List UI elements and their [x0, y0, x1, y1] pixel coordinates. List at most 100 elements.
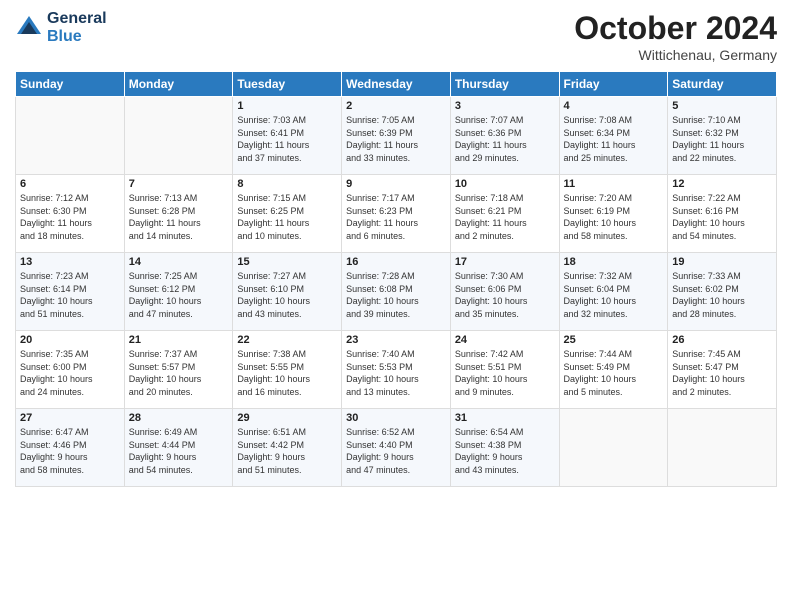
day-number: 16	[346, 256, 446, 268]
calendar-cell: 4 Sunrise: 7:08 AM Sunset: 6:34 PM Daylig…	[559, 97, 668, 175]
day-detail: Sunrise: 7:30 AM Sunset: 6:06 PM Dayligh…	[455, 270, 555, 320]
header-monday: Monday	[124, 72, 233, 97]
day-detail: Sunrise: 7:10 AM Sunset: 6:32 PM Dayligh…	[672, 114, 772, 164]
calendar-cell: 21 Sunrise: 7:37 AM Sunset: 5:57 PM Dayli…	[124, 331, 233, 409]
day-number: 8	[237, 178, 337, 190]
day-detail: Sunrise: 7:33 AM Sunset: 6:02 PM Dayligh…	[672, 270, 772, 320]
day-number: 15	[237, 256, 337, 268]
calendar-cell: 11 Sunrise: 7:20 AM Sunset: 6:19 PM Dayli…	[559, 175, 668, 253]
calendar-cell: 12 Sunrise: 7:22 AM Sunset: 6:16 PM Dayli…	[668, 175, 777, 253]
calendar-cell: 29Sunrise: 6:51 AM Sunset: 4:42 PM Dayli…	[233, 409, 342, 487]
day-detail: Sunrise: 7:18 AM Sunset: 6:21 PM Dayligh…	[455, 192, 555, 242]
day-number: 6	[20, 178, 120, 190]
day-detail: Sunrise: 7:35 AM Sunset: 6:00 PM Dayligh…	[20, 348, 120, 398]
day-detail: Sunrise: 7:40 AM Sunset: 5:53 PM Dayligh…	[346, 348, 446, 398]
calendar-week-row: 1Sunrise: 7:03 AM Sunset: 6:41 PM Daylig…	[16, 97, 777, 175]
day-detail: Sunrise: 7:22 AM Sunset: 6:16 PM Dayligh…	[672, 192, 772, 242]
calendar-cell: 5 Sunrise: 7:10 AM Sunset: 6:32 PM Daylig…	[668, 97, 777, 175]
title-block: October 2024 Wittichenau, Germany	[574, 10, 777, 63]
day-number: 1	[237, 100, 337, 112]
logo: General Blue	[15, 10, 107, 45]
calendar-cell: 3 Sunrise: 7:07 AM Sunset: 6:36 PM Daylig…	[450, 97, 559, 175]
day-detail: Sunrise: 7:08 AM Sunset: 6:34 PM Dayligh…	[564, 114, 664, 164]
day-detail: Sunrise: 7:44 AM Sunset: 5:49 PM Dayligh…	[564, 348, 664, 398]
calendar-cell: 18 Sunrise: 7:32 AM Sunset: 6:04 PM Dayli…	[559, 253, 668, 331]
calendar-cell: 16 Sunrise: 7:28 AM Sunset: 6:08 PM Dayli…	[342, 253, 451, 331]
day-number: 4	[564, 100, 664, 112]
day-number: 18	[564, 256, 664, 268]
calendar-cell: 17 Sunrise: 7:30 AM Sunset: 6:06 PM Dayli…	[450, 253, 559, 331]
calendar-cell: 26 Sunrise: 7:45 AM Sunset: 5:47 PM Dayli…	[668, 331, 777, 409]
calendar-cell: 14Sunrise: 7:25 AM Sunset: 6:12 PM Dayli…	[124, 253, 233, 331]
day-number: 11	[564, 178, 664, 190]
day-detail: Sunrise: 7:20 AM Sunset: 6:19 PM Dayligh…	[564, 192, 664, 242]
day-number: 9	[346, 178, 446, 190]
calendar-week-row: 20Sunrise: 7:35 AM Sunset: 6:00 PM Dayli…	[16, 331, 777, 409]
calendar-week-row: 13 Sunrise: 7:23 AM Sunset: 6:14 PM Dayli…	[16, 253, 777, 331]
header-wednesday: Wednesday	[342, 72, 451, 97]
page-header: General Blue October 2024 Wittichenau, G…	[15, 10, 777, 63]
day-detail: Sunrise: 7:32 AM Sunset: 6:04 PM Dayligh…	[564, 270, 664, 320]
calendar-table: SundayMondayTuesdayWednesdayThursdayFrid…	[15, 71, 777, 487]
day-number: 5	[672, 100, 772, 112]
day-detail: Sunrise: 7:37 AM Sunset: 5:57 PM Dayligh…	[129, 348, 229, 398]
calendar-cell	[668, 409, 777, 487]
header-friday: Friday	[559, 72, 668, 97]
logo-general: General	[47, 10, 107, 27]
day-detail: Sunrise: 7:07 AM Sunset: 6:36 PM Dayligh…	[455, 114, 555, 164]
header-tuesday: Tuesday	[233, 72, 342, 97]
calendar-cell	[16, 97, 125, 175]
day-number: 7	[129, 178, 229, 190]
logo-icon	[15, 14, 43, 42]
calendar-cell: 28 Sunrise: 6:49 AM Sunset: 4:44 PM Dayli…	[124, 409, 233, 487]
day-number: 31	[455, 412, 555, 424]
day-detail: Sunrise: 6:51 AM Sunset: 4:42 PM Dayligh…	[237, 426, 337, 476]
day-detail: Sunrise: 7:17 AM Sunset: 6:23 PM Dayligh…	[346, 192, 446, 242]
month-title: October 2024	[574, 10, 777, 47]
calendar-cell: 19Sunrise: 7:33 AM Sunset: 6:02 PM Dayli…	[668, 253, 777, 331]
header-row: SundayMondayTuesdayWednesdayThursdayFrid…	[16, 72, 777, 97]
day-number: 22	[237, 334, 337, 346]
calendar-cell: 8Sunrise: 7:15 AM Sunset: 6:25 PM Daylig…	[233, 175, 342, 253]
day-number: 27	[20, 412, 120, 424]
calendar-cell: 6 Sunrise: 7:12 AM Sunset: 6:30 PM Daylig…	[16, 175, 125, 253]
day-detail: Sunrise: 7:05 AM Sunset: 6:39 PM Dayligh…	[346, 114, 446, 164]
day-detail: Sunrise: 6:47 AM Sunset: 4:46 PM Dayligh…	[20, 426, 120, 476]
day-number: 2	[346, 100, 446, 112]
day-detail: Sunrise: 7:12 AM Sunset: 6:30 PM Dayligh…	[20, 192, 120, 242]
day-detail: Sunrise: 7:45 AM Sunset: 5:47 PM Dayligh…	[672, 348, 772, 398]
day-number: 25	[564, 334, 664, 346]
day-number: 24	[455, 334, 555, 346]
day-number: 3	[455, 100, 555, 112]
day-number: 12	[672, 178, 772, 190]
calendar-cell: 15Sunrise: 7:27 AM Sunset: 6:10 PM Dayli…	[233, 253, 342, 331]
calendar-cell: 24Sunrise: 7:42 AM Sunset: 5:51 PM Dayli…	[450, 331, 559, 409]
calendar-cell: 31Sunrise: 6:54 AM Sunset: 4:38 PM Dayli…	[450, 409, 559, 487]
calendar-cell: 1Sunrise: 7:03 AM Sunset: 6:41 PM Daylig…	[233, 97, 342, 175]
day-number: 26	[672, 334, 772, 346]
calendar-cell	[124, 97, 233, 175]
day-number: 10	[455, 178, 555, 190]
day-detail: Sunrise: 7:13 AM Sunset: 6:28 PM Dayligh…	[129, 192, 229, 242]
logo-blue: Blue	[47, 28, 82, 45]
calendar-cell	[559, 409, 668, 487]
day-detail: Sunrise: 7:25 AM Sunset: 6:12 PM Dayligh…	[129, 270, 229, 320]
day-number: 13	[20, 256, 120, 268]
day-detail: Sunrise: 7:23 AM Sunset: 6:14 PM Dayligh…	[20, 270, 120, 320]
calendar-cell: 13 Sunrise: 7:23 AM Sunset: 6:14 PM Dayli…	[16, 253, 125, 331]
day-detail: Sunrise: 6:49 AM Sunset: 4:44 PM Dayligh…	[129, 426, 229, 476]
calendar-cell: 10 Sunrise: 7:18 AM Sunset: 6:21 PM Dayli…	[450, 175, 559, 253]
day-detail: Sunrise: 7:28 AM Sunset: 6:08 PM Dayligh…	[346, 270, 446, 320]
header-thursday: Thursday	[450, 72, 559, 97]
calendar-cell: 7 Sunrise: 7:13 AM Sunset: 6:28 PM Daylig…	[124, 175, 233, 253]
day-number: 28	[129, 412, 229, 424]
day-number: 23	[346, 334, 446, 346]
calendar-week-row: 27 Sunrise: 6:47 AM Sunset: 4:46 PM Dayli…	[16, 409, 777, 487]
day-number: 21	[129, 334, 229, 346]
calendar-cell: 23 Sunrise: 7:40 AM Sunset: 5:53 PM Dayli…	[342, 331, 451, 409]
calendar-cell: 22Sunrise: 7:38 AM Sunset: 5:55 PM Dayli…	[233, 331, 342, 409]
header-sunday: Sunday	[16, 72, 125, 97]
calendar-cell: 2 Sunrise: 7:05 AM Sunset: 6:39 PM Daylig…	[342, 97, 451, 175]
day-number: 17	[455, 256, 555, 268]
location: Wittichenau, Germany	[574, 47, 777, 63]
